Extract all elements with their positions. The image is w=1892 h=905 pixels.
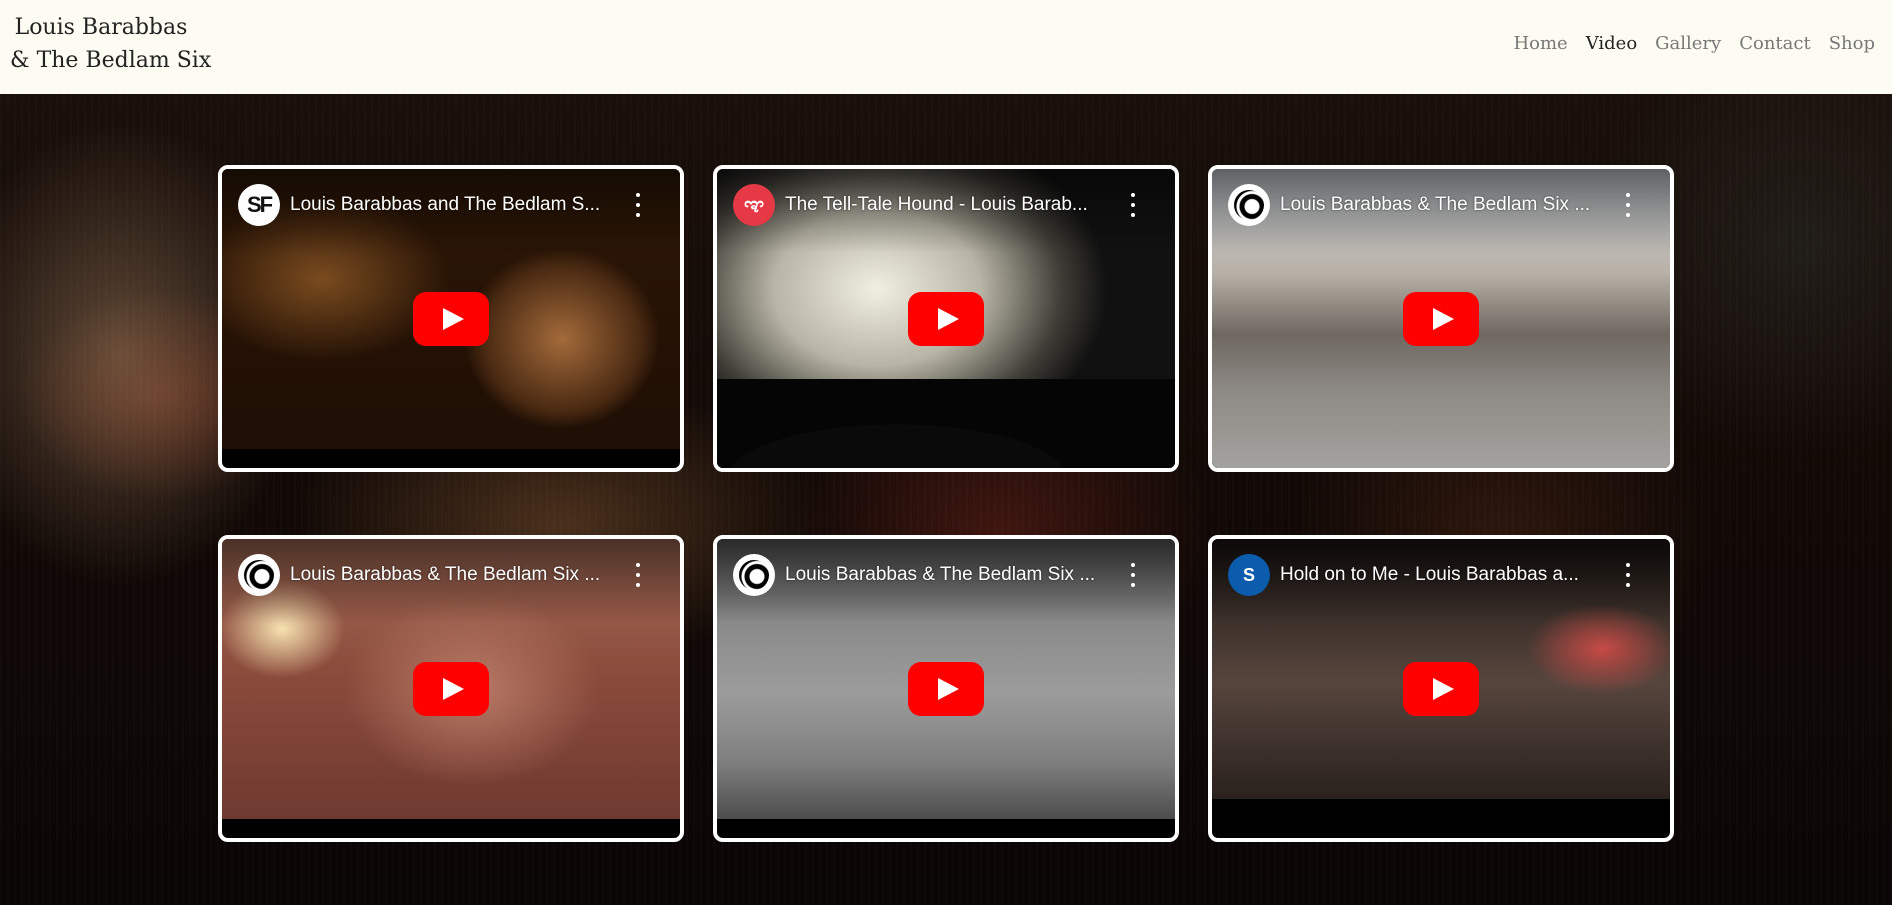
play-button-icon[interactable] [1403, 291, 1479, 346]
wave-logo-icon[interactable] [238, 554, 280, 596]
more-options-icon[interactable] [634, 563, 642, 587]
play-button-icon[interactable] [1403, 661, 1479, 716]
video-title[interactable]: Louis Barabbas and The Bedlam S... [290, 193, 610, 217]
nav-home[interactable]: Home [1513, 30, 1567, 58]
video-embed-5[interactable]: Louis Barabbas & The Bedlam Six ... [713, 535, 1179, 842]
site-title-line-2: & The Bedlam Six [10, 48, 212, 73]
video-title[interactable]: The Tell-Tale Hound - Louis Barab... [785, 193, 1105, 217]
main-nav: Home Video Gallery Contact Shop [1513, 30, 1875, 58]
play-button-icon[interactable] [908, 661, 984, 716]
more-options-icon[interactable] [1624, 193, 1632, 217]
video-embed-4[interactable]: Louis Barabbas & The Bedlam Six ... [218, 535, 684, 842]
site-header: Louis Barabbas & The Bedlam Six Home Vid… [0, 0, 1892, 94]
nav-gallery[interactable]: Gallery [1655, 30, 1721, 58]
more-options-icon[interactable] [1624, 563, 1632, 587]
s-logo-icon[interactable]: S [1228, 554, 1270, 596]
video-embed-3[interactable]: Louis Barabbas & The Bedlam Six ... [1208, 165, 1674, 472]
video-embed-6[interactable]: S Hold on to Me - Louis Barabbas a... [1208, 535, 1674, 842]
sf-logo-icon[interactable]: SF [238, 184, 280, 226]
more-options-icon[interactable] [634, 193, 642, 217]
video-embed-1[interactable]: SF Louis Barabbas and The Bedlam S... [218, 165, 684, 472]
more-options-icon[interactable] [1129, 563, 1137, 587]
wave-logo-icon[interactable] [1228, 184, 1270, 226]
play-button-icon[interactable] [413, 661, 489, 716]
video-title[interactable]: Louis Barabbas & The Bedlam Six ... [290, 563, 610, 587]
nav-contact[interactable]: Contact [1739, 30, 1810, 58]
site-title-line-1: Louis Barabbas [14, 15, 188, 40]
play-button-icon[interactable] [413, 291, 489, 346]
nav-video[interactable]: Video [1586, 30, 1637, 58]
nav-shop[interactable]: Shop [1829, 30, 1875, 58]
red-circle-logo-icon[interactable]: ಞ [733, 184, 775, 226]
play-button-icon[interactable] [908, 291, 984, 346]
more-options-icon[interactable] [1129, 193, 1137, 217]
video-embed-2[interactable]: ಞ The Tell-Tale Hound - Louis Barab... [713, 165, 1179, 472]
video-title[interactable]: Louis Barabbas & The Bedlam Six ... [1280, 193, 1600, 217]
video-title[interactable]: Hold on to Me - Louis Barabbas a... [1280, 563, 1600, 587]
video-title[interactable]: Louis Barabbas & The Bedlam Six ... [785, 563, 1105, 587]
wave-logo-icon[interactable] [733, 554, 775, 596]
site-title[interactable]: Louis Barabbas & The Bedlam Six [10, 11, 212, 77]
